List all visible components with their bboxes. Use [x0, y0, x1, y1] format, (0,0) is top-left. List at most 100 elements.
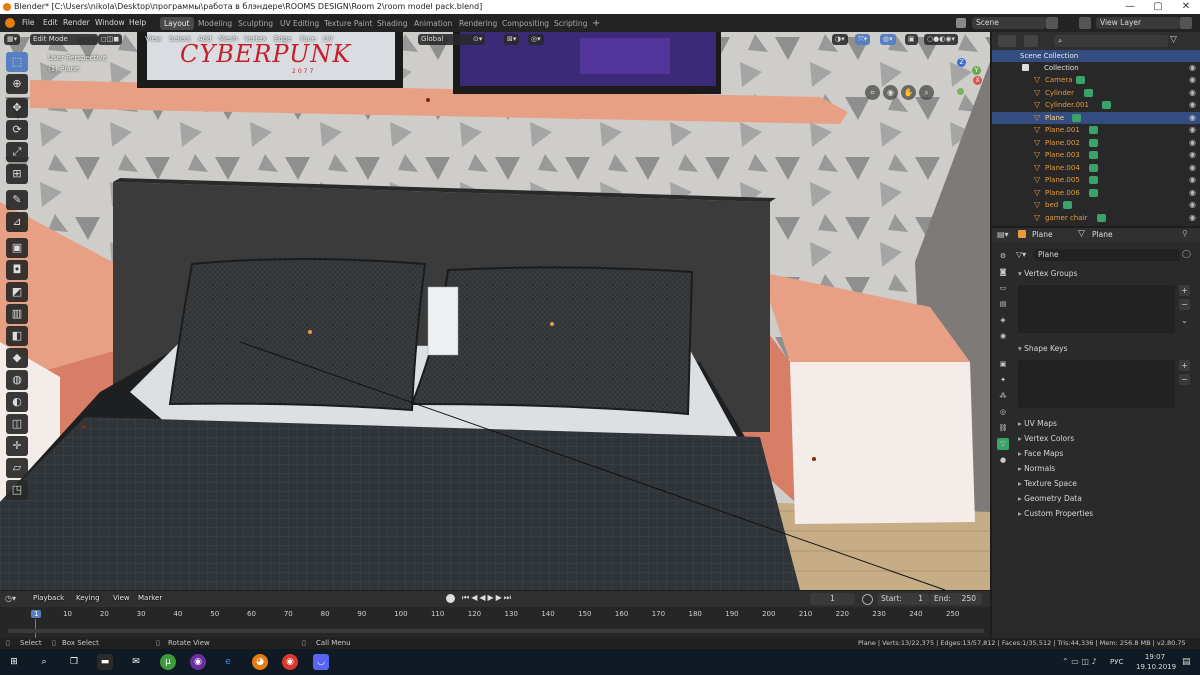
physics-tab-icon[interactable]: ◎ [997, 406, 1009, 418]
clock-time[interactable]: 19:07 [1138, 653, 1172, 661]
visibility-eye-icon[interactable]: ◉ [1189, 62, 1196, 74]
visibility-eye-icon[interactable]: ◉ [1189, 174, 1196, 186]
section-face-maps[interactable]: ▸ Face Maps [1018, 448, 1193, 460]
outliner-item[interactable]: ▽ bed ◉ [992, 199, 1200, 211]
visibility-eye-icon[interactable]: ◉ [1189, 187, 1196, 199]
section-vertex-groups[interactable]: ▾ Vertex Groups [1018, 268, 1193, 280]
mesh-data-icon[interactable] [1062, 201, 1072, 209]
close-button[interactable]: ✕ [1172, 0, 1200, 14]
menu-timeline-view[interactable]: View [113, 594, 130, 602]
section-texture-space[interactable]: ▸ Texture Space [1018, 478, 1193, 490]
outliner-item[interactable]: ▽ gamer chair ◉ [992, 212, 1200, 224]
outliner-item[interactable]: ▽ Plane.006 ◉ [992, 187, 1200, 199]
tray-icons[interactable]: ⌃ ▭ ◫ ♪ [1062, 657, 1097, 666]
gizmo-toggle-icon[interactable]: ⤧▾ [855, 34, 871, 45]
visibility-icon[interactable]: ◑▾ [832, 34, 848, 45]
edge-slide-tool-icon[interactable]: ◫ [6, 414, 28, 434]
camera-view-icon[interactable]: ◉ [883, 85, 898, 100]
add-vertex-group-button[interactable]: + [1179, 285, 1190, 296]
record-icon[interactable] [446, 594, 455, 603]
menu-select[interactable]: Select [169, 35, 191, 43]
mesh-data-tab-icon[interactable]: ▽ [997, 438, 1009, 450]
output-tab-icon[interactable]: ▭ [997, 282, 1009, 294]
menu-face[interactable]: Face [300, 35, 316, 43]
tab-layout[interactable]: Layout [160, 17, 194, 30]
snap-icon[interactable]: ⊠▾ [504, 34, 520, 45]
visibility-eye-icon[interactable]: ◉ [1189, 99, 1196, 111]
extrude-tool-icon[interactable]: ▣ [6, 238, 28, 258]
vertex-groups-list[interactable] [1018, 285, 1175, 333]
mesh-data-icon[interactable] [1088, 176, 1098, 184]
visibility-eye-icon[interactable]: ◉ [1189, 112, 1196, 124]
visibility-eye-icon[interactable]: ◉ [1189, 149, 1196, 161]
end-frame-field[interactable]: End: 250 [930, 593, 982, 605]
mesh-data-icon[interactable] [1088, 188, 1098, 197]
task-view-icon[interactable]: ❐ [66, 654, 82, 670]
search-icon[interactable]: ⌕ [36, 654, 52, 670]
mesh-data-icon[interactable] [1088, 163, 1098, 172]
select-box-tool-icon[interactable]: ⬚ [6, 52, 28, 72]
bevel-tool-icon[interactable]: ◩ [6, 282, 28, 302]
section-geometry-data[interactable]: ▸ Geometry Data [1018, 493, 1193, 505]
particles-tab-icon[interactable]: ⁂ [997, 390, 1009, 402]
outliner-item[interactable]: ▽ Plane.005 ◉ [992, 174, 1200, 186]
maximize-button[interactable]: ▢ [1144, 0, 1172, 14]
menu-keying[interactable]: Keying [76, 594, 100, 602]
filter-icon[interactable]: ▽ [1170, 35, 1184, 47]
section-normals[interactable]: ▸ Normals [1018, 463, 1193, 475]
scene-selector[interactable]: Scene [972, 17, 1046, 29]
language-indicator[interactable]: РУС [1110, 658, 1123, 666]
preview-range-icon[interactable] [862, 594, 873, 605]
menu-vertex[interactable]: Vertex [244, 35, 267, 43]
loop-cut-tool-icon[interactable]: ▥ [6, 304, 28, 324]
editor-type-icon[interactable]: ▦▾ [4, 34, 21, 45]
menu-add[interactable]: Add [198, 35, 212, 43]
outliner-item[interactable]: ▽ Plane.001 ◉ [992, 124, 1200, 136]
section-vertex-colors[interactable]: ▸ Vertex Colors [1018, 433, 1193, 445]
mail-icon[interactable]: ✉ [128, 654, 144, 670]
visibility-eye-icon[interactable]: ◉ [1189, 212, 1196, 224]
outliner-item[interactable]: ▽ Plane.002 ◉ [992, 137, 1200, 149]
axis-gizmo[interactable]: Z Y X [950, 58, 986, 102]
menu-file[interactable]: File [22, 18, 35, 27]
menu-edge[interactable]: Edge [274, 35, 292, 43]
menu-uv[interactable]: UV [323, 35, 333, 43]
transform-tool-icon[interactable]: ⊞ [6, 164, 28, 184]
menu-help[interactable]: Help [129, 18, 146, 27]
orientation-selector[interactable]: Global [418, 34, 472, 45]
pin-icon[interactable]: ⚲ [1182, 229, 1188, 238]
modifier-tab-icon[interactable]: ✦ [997, 374, 1009, 386]
menu-render[interactable]: Render [63, 18, 90, 27]
mode-selector[interactable]: Edit Mode [30, 34, 98, 45]
knife-tool-icon[interactable]: ◧ [6, 326, 28, 346]
overlay-toggle-icon[interactable]: ◍▾ [880, 34, 896, 45]
mesh-data-icon[interactable] [1101, 101, 1111, 109]
section-uv-maps[interactable]: ▸ UV Maps [1018, 418, 1193, 430]
smooth-tool-icon[interactable]: ◐ [6, 392, 28, 412]
notifications-icon[interactable]: ▤ [1182, 657, 1191, 667]
render-tab-icon[interactable]: ◙ [997, 266, 1009, 278]
mesh-data-icon[interactable] [1088, 138, 1098, 147]
mesh-data-icon[interactable] [1097, 213, 1107, 222]
current-frame-field[interactable]: 1 [810, 593, 855, 605]
blender-taskbar-icon[interactable]: ◕ [252, 654, 268, 670]
windows-start-icon[interactable]: ⊞ [6, 654, 22, 670]
tab-compositing[interactable]: Compositing [498, 17, 553, 30]
outliner-item[interactable]: ▽ Camera ◉ [992, 74, 1200, 86]
shrink-fatten-tool-icon[interactable]: ✛ [6, 436, 28, 456]
visibility-eye-icon[interactable]: ◉ [1189, 137, 1196, 149]
display-mode-icon[interactable] [1024, 35, 1038, 47]
outliner-item[interactable]: ▽ Plane.003 ◉ [992, 149, 1200, 161]
properties-editor-type-icon[interactable]: ▤▾ [997, 230, 1013, 240]
visibility-eye-icon[interactable]: ◉ [1189, 199, 1196, 211]
tab-texture-paint[interactable]: Texture Paint [320, 17, 376, 30]
axis-y-icon[interactable]: Y [972, 66, 981, 75]
rotate-tool-icon[interactable]: ⟳ [6, 120, 28, 140]
timeline-editor-type-icon[interactable]: ◷▾ [5, 594, 21, 604]
minimize-button[interactable]: — [1116, 0, 1144, 14]
shading-modes-icon[interactable]: ○●◐◉▾ [924, 34, 958, 45]
zoom-icon[interactable]: ⌕ [919, 85, 934, 100]
object-tab-icon[interactable]: ▣ [997, 358, 1009, 370]
pan-hand-icon[interactable]: ✋ [901, 85, 916, 100]
menu-edit[interactable]: Edit [43, 18, 58, 27]
